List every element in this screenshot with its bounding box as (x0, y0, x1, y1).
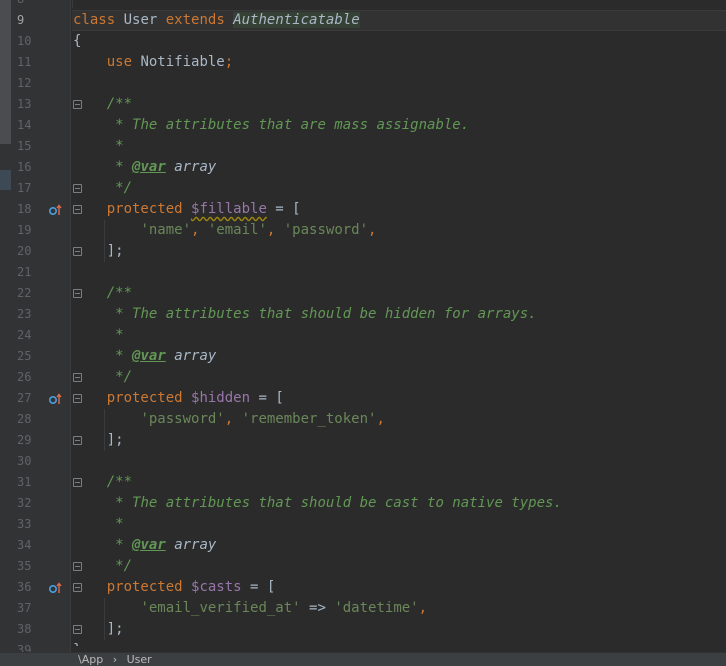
code-line: * (115, 327, 124, 343)
overrides-property-icon[interactable] (48, 392, 62, 406)
code-line: * @var array (115, 537, 217, 553)
breadcrumb-item-namespace[interactable]: \App (78, 653, 103, 666)
code-line: * The attributes that should be hidden f… (115, 306, 537, 322)
line-number: 30 (17, 454, 32, 468)
line-number: 12 (17, 76, 32, 90)
code-line: protected $fillable = [ (106, 201, 301, 217)
code-line: * (115, 138, 124, 154)
code-line: * @var array (115, 159, 217, 175)
line-number: 26 (17, 370, 32, 384)
line-number: 13 (17, 97, 32, 111)
breadcrumb-item-class[interactable]: User (127, 653, 152, 666)
code-line: * (115, 516, 124, 532)
code-line: /** (106, 285, 133, 301)
code-line: ]; (106, 243, 124, 259)
line-number: 11 (17, 55, 32, 69)
code-line: 'email_verified_at' => 'datetime', (140, 600, 428, 616)
code-line: } (73, 640, 81, 646)
gutter[interactable]: 8 9 10 11 12 13 14 15 16 17 18 19 20 21 22 23 24 25 26 27 28… (11, 0, 82, 666)
line-number: 18 (17, 202, 32, 216)
line-number: 27 (17, 391, 32, 405)
code-line: ]; (106, 621, 124, 637)
line-number: 23 (17, 307, 32, 321)
code-line: /** (106, 474, 133, 490)
line-number: 16 (17, 160, 32, 174)
code-line: */ (115, 180, 133, 196)
breadcrumb-separator: › (112, 653, 118, 666)
code-line: */ (115, 369, 133, 385)
line-number: 15 (17, 139, 32, 153)
line-number: 22 (17, 286, 32, 300)
line-number: 10 (17, 34, 32, 48)
overrides-property-icon[interactable] (48, 203, 62, 217)
code-editor[interactable]: 8 9 10 11 12 13 14 15 16 17 18 19 20 21 22 23 24 25 26 27 28… (0, 0, 726, 666)
overrides-property-icon[interactable] (48, 581, 62, 595)
line-number: 37 (17, 601, 32, 615)
line-number: 34 (17, 538, 32, 552)
line-number: 28 (17, 412, 32, 426)
code-line: { (73, 33, 82, 49)
line-number: 38 (17, 622, 32, 636)
line-number: 20 (17, 244, 32, 258)
line-number: 8 (17, 0, 41, 10)
line-number: 31 (17, 475, 32, 489)
code-line: class User extends Authenticatable (73, 12, 360, 28)
line-number: 33 (17, 517, 32, 531)
breadcrumb: \App › User (0, 652, 726, 666)
line-number: 29 (17, 433, 32, 447)
code-line: protected $casts = [ (106, 579, 276, 595)
code-line: 'name', 'email', 'password', (140, 222, 377, 238)
strip-active-marker (0, 170, 11, 190)
code-line: 'password', 'remember_token', (140, 411, 385, 427)
tool-window-strip (0, 0, 11, 666)
code-line: ]; (106, 432, 124, 448)
indent-guide (72, 0, 73, 8)
line-number: 25 (17, 349, 32, 363)
line-number: 36 (17, 580, 32, 594)
code-line: */ (115, 558, 133, 574)
line-number: 9 (17, 13, 25, 27)
line-number: 19 (17, 223, 32, 237)
code-line: * The attributes that should be cast to … (115, 495, 562, 511)
line-number: 21 (17, 265, 32, 279)
line-number: 32 (17, 496, 32, 510)
line-number: 35 (17, 559, 32, 573)
line-number: 24 (17, 328, 32, 342)
strip-scroll-thumb[interactable] (0, 0, 11, 144)
code-line: /** (106, 96, 133, 112)
line-number: 14 (17, 118, 32, 132)
line-number: 17 (17, 181, 32, 195)
code-line: use Notifiable; (106, 54, 234, 70)
code-area[interactable]: class User extends Authenticatable { use… (72, 0, 726, 646)
code-line: * The attributes that are mass assignabl… (115, 117, 470, 133)
code-line: protected $hidden = [ (106, 390, 284, 406)
code-line: * @var array (115, 348, 217, 364)
